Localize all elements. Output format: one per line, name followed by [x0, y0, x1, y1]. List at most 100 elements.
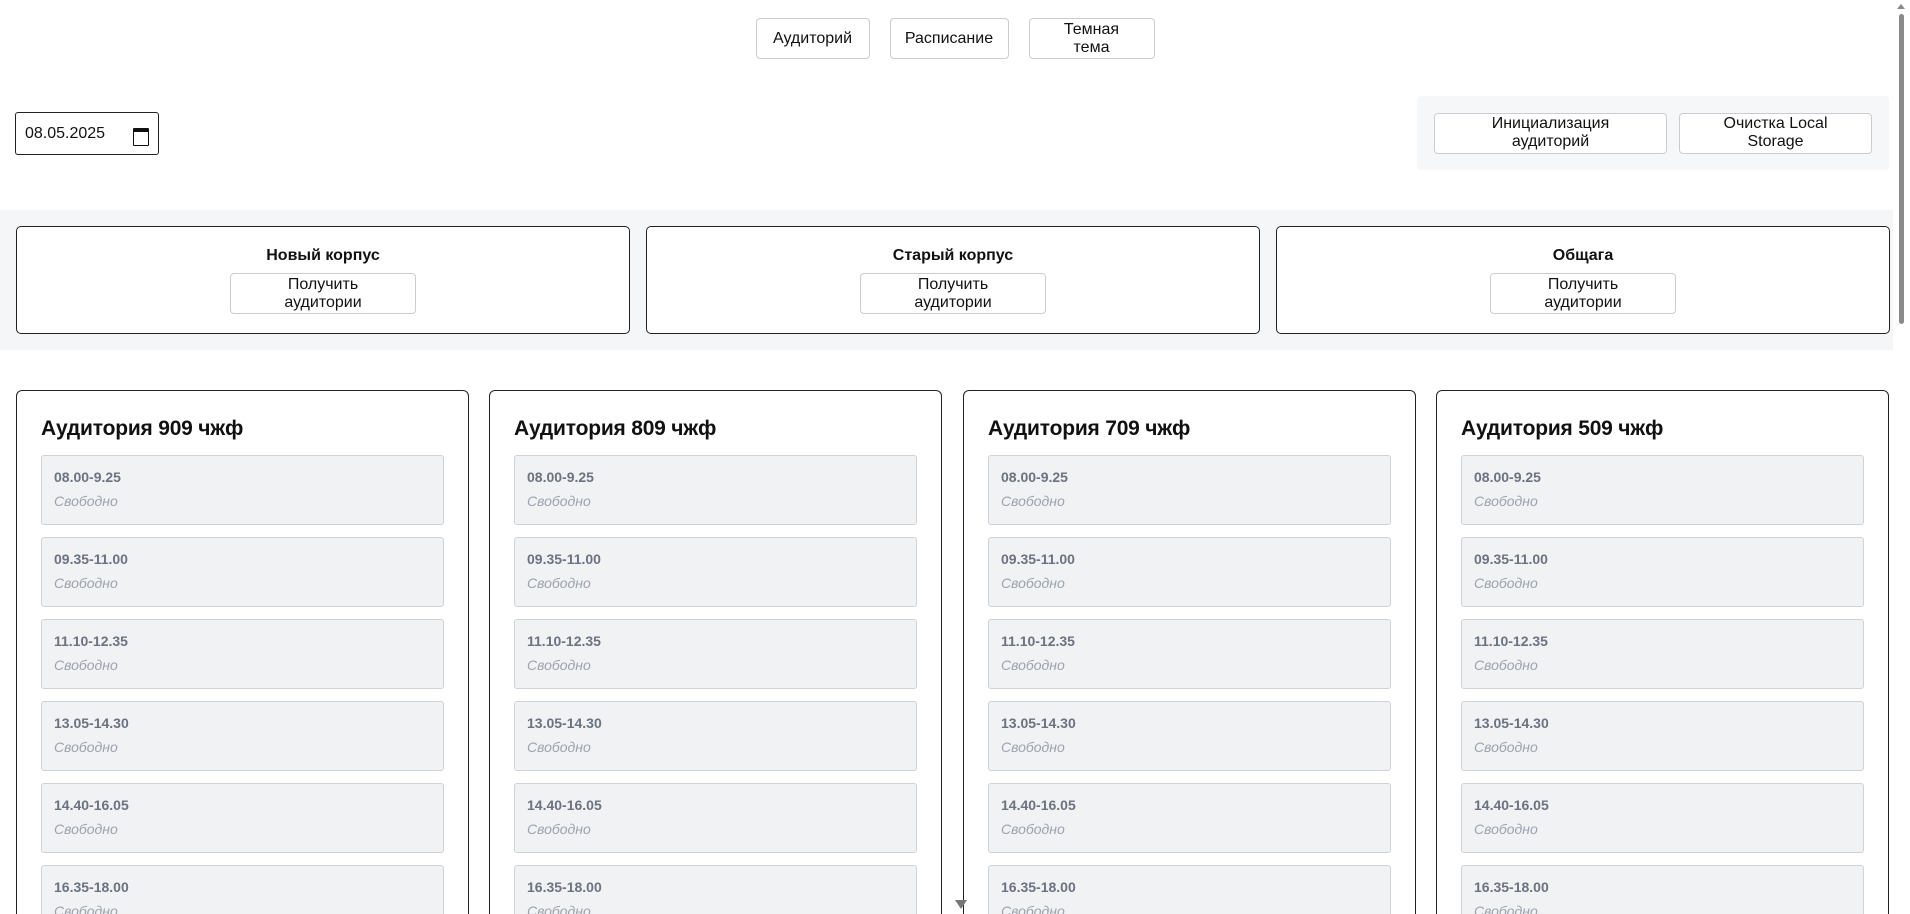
- building-card-dorm: Общага Получить аудитории: [1276, 226, 1890, 334]
- time-slot[interactable]: 09.35-11.00 Свободно: [988, 537, 1391, 607]
- room-title: Аудитория 909 чжф: [41, 417, 244, 440]
- calendar-icon[interactable]: [132, 126, 149, 146]
- slot-time: 16.35-18.00: [1474, 879, 1549, 895]
- building-card-new: Новый корпус Получить аудитории: [16, 226, 630, 334]
- building-card-old: Старый корпус Получить аудитории: [646, 226, 1260, 334]
- slot-status: Свободно: [527, 575, 591, 591]
- time-slot[interactable]: 11.10-12.35 Свободно: [514, 619, 917, 689]
- slot-status: Свободно: [1001, 739, 1065, 755]
- slot-status: Свободно: [527, 739, 591, 755]
- time-slot[interactable]: 13.05-14.30 Свободно: [1461, 701, 1864, 771]
- time-slot[interactable]: 14.40-16.05 Свободно: [988, 783, 1391, 853]
- slot-time: 11.10-12.35: [1001, 633, 1075, 649]
- building-title: Общага: [1552, 247, 1614, 264]
- slot-time: 08.00-9.25: [1001, 469, 1068, 485]
- slot-time: 16.35-18.00: [1001, 879, 1076, 895]
- time-slot[interactable]: 16.35-18.00 Свободно: [1461, 865, 1864, 914]
- slot-status: Свободно: [54, 739, 118, 755]
- slot-time: 14.40-16.05: [1474, 797, 1549, 813]
- slot-status: Свободно: [54, 657, 118, 673]
- init-rooms-button[interactable]: Инициализация аудиторий: [1434, 112, 1667, 154]
- top-nav: Аудиторий Расписание Темная тема: [0, 18, 1910, 59]
- get-rooms-button[interactable]: Получить аудитории: [230, 273, 416, 314]
- date-input[interactable]: 08.05.2025: [15, 112, 159, 155]
- slot-time: 14.40-16.05: [527, 797, 602, 813]
- slot-time: 13.05-14.30: [1001, 715, 1076, 731]
- scrollbar-thumb[interactable]: [1899, 14, 1904, 324]
- slot-status: Свободно: [1474, 493, 1538, 509]
- building-title: Старый корпус: [892, 247, 1014, 264]
- slot-status: Свободно: [1474, 821, 1538, 837]
- slot-time: 13.05-14.30: [1474, 715, 1549, 731]
- room-title: Аудитория 509 чжф: [1461, 417, 1664, 440]
- slot-status: Свободно: [1001, 903, 1065, 914]
- scroll-up-arrow-icon[interactable]: [1897, 4, 1905, 9]
- date-value: 08.05.2025: [25, 124, 106, 142]
- slot-status: Свободно: [54, 821, 118, 837]
- slot-status: Свободно: [1474, 657, 1538, 673]
- page: Аудиторий Расписание Темная тема 08.05.2…: [0, 0, 1910, 914]
- room-card: Аудитория 909 чжф 08.00-9.25 Свободно 09.…: [16, 390, 469, 914]
- clear-local-storage-button[interactable]: Очистка Local Storage: [1679, 112, 1872, 154]
- slot-time: 09.35-11.00: [1474, 551, 1548, 567]
- time-slot[interactable]: 14.40-16.05 Свободно: [514, 783, 917, 853]
- slot-status: Свободно: [54, 575, 118, 591]
- slot-time: 14.40-16.05: [1001, 797, 1076, 813]
- time-slot[interactable]: 11.10-12.35 Свободно: [41, 619, 444, 689]
- time-slot[interactable]: 16.35-18.00 Свободно: [41, 865, 444, 914]
- time-slot[interactable]: 11.10-12.35 Свободно: [988, 619, 1391, 689]
- time-slot[interactable]: 14.40-16.05 Свободно: [41, 783, 444, 853]
- admin-panel: Инициализация аудиторий Очистка Local St…: [1417, 96, 1889, 170]
- time-slot[interactable]: 08.00-9.25 Свободно: [1461, 455, 1864, 525]
- get-rooms-button[interactable]: Получить аудитории: [1490, 273, 1676, 314]
- time-slot[interactable]: 09.35-11.00 Свободно: [514, 537, 917, 607]
- slot-status: Свободно: [54, 493, 118, 509]
- slot-time: 16.35-18.00: [527, 879, 602, 895]
- slot-time: 09.35-11.00: [54, 551, 128, 567]
- nav-rooms-button[interactable]: Аудиторий: [755, 18, 870, 59]
- slot-status: Свободно: [54, 903, 118, 914]
- slot-time: 13.05-14.30: [54, 715, 129, 731]
- slot-time: 08.00-9.25: [54, 469, 121, 485]
- slot-status: Свободно: [527, 657, 591, 673]
- time-slot[interactable]: 14.40-16.05 Свободно: [1461, 783, 1864, 853]
- building-title: Новый корпус: [266, 247, 380, 264]
- slot-time: 11.10-12.35: [1474, 633, 1548, 649]
- room-card: Аудитория 709 чжф 08.00-9.25 Свободно 09.…: [963, 390, 1416, 914]
- time-slot[interactable]: 08.00-9.25 Свободно: [41, 455, 444, 525]
- time-slot[interactable]: 16.35-18.00 Свободно: [988, 865, 1391, 914]
- slot-status: Свободно: [527, 903, 591, 914]
- slot-time: 11.10-12.35: [54, 633, 128, 649]
- slot-status: Свободно: [1001, 575, 1065, 591]
- slot-status: Свободно: [1474, 575, 1538, 591]
- slot-status: Свободно: [1474, 739, 1538, 755]
- time-slot[interactable]: 08.00-9.25 Свободно: [514, 455, 917, 525]
- slot-status: Свободно: [527, 821, 591, 837]
- time-slot[interactable]: 13.05-14.30 Свободно: [988, 701, 1391, 771]
- room-title: Аудитория 809 чжф: [514, 417, 717, 440]
- scroll-down-arrow-icon[interactable]: [951, 897, 971, 914]
- vertical-scrollbar[interactable]: [1893, 0, 1910, 914]
- nav-dark-theme-button[interactable]: Темная тема: [1028, 18, 1155, 59]
- slot-time: 11.10-12.35: [527, 633, 601, 649]
- slot-status: Свободно: [1474, 903, 1538, 914]
- time-slot[interactable]: 09.35-11.00 Свободно: [41, 537, 444, 607]
- time-slot[interactable]: 16.35-18.00 Свободно: [514, 865, 917, 914]
- buildings-section: Новый корпус Получить аудитории Старый к…: [0, 210, 1893, 350]
- time-slot[interactable]: 08.00-9.25 Свободно: [988, 455, 1391, 525]
- time-slot[interactable]: 13.05-14.30 Свободно: [41, 701, 444, 771]
- slot-time: 08.00-9.25: [527, 469, 594, 485]
- slot-time: 13.05-14.30: [527, 715, 602, 731]
- time-slot[interactable]: 09.35-11.00 Свободно: [1461, 537, 1864, 607]
- slot-time: 09.35-11.00: [527, 551, 601, 567]
- room-title: Аудитория 709 чжф: [988, 417, 1191, 440]
- slot-status: Свободно: [527, 493, 591, 509]
- slot-time: 09.35-11.00: [1001, 551, 1075, 567]
- nav-schedule-button[interactable]: Расписание: [889, 18, 1009, 59]
- time-slot[interactable]: 13.05-14.30 Свободно: [514, 701, 917, 771]
- room-card: Аудитория 509 чжф 08.00-9.25 Свободно 09.…: [1436, 390, 1889, 914]
- slot-status: Свободно: [1001, 821, 1065, 837]
- time-slot[interactable]: 11.10-12.35 Свободно: [1461, 619, 1864, 689]
- get-rooms-button[interactable]: Получить аудитории: [860, 273, 1046, 314]
- slot-time: 14.40-16.05: [54, 797, 129, 813]
